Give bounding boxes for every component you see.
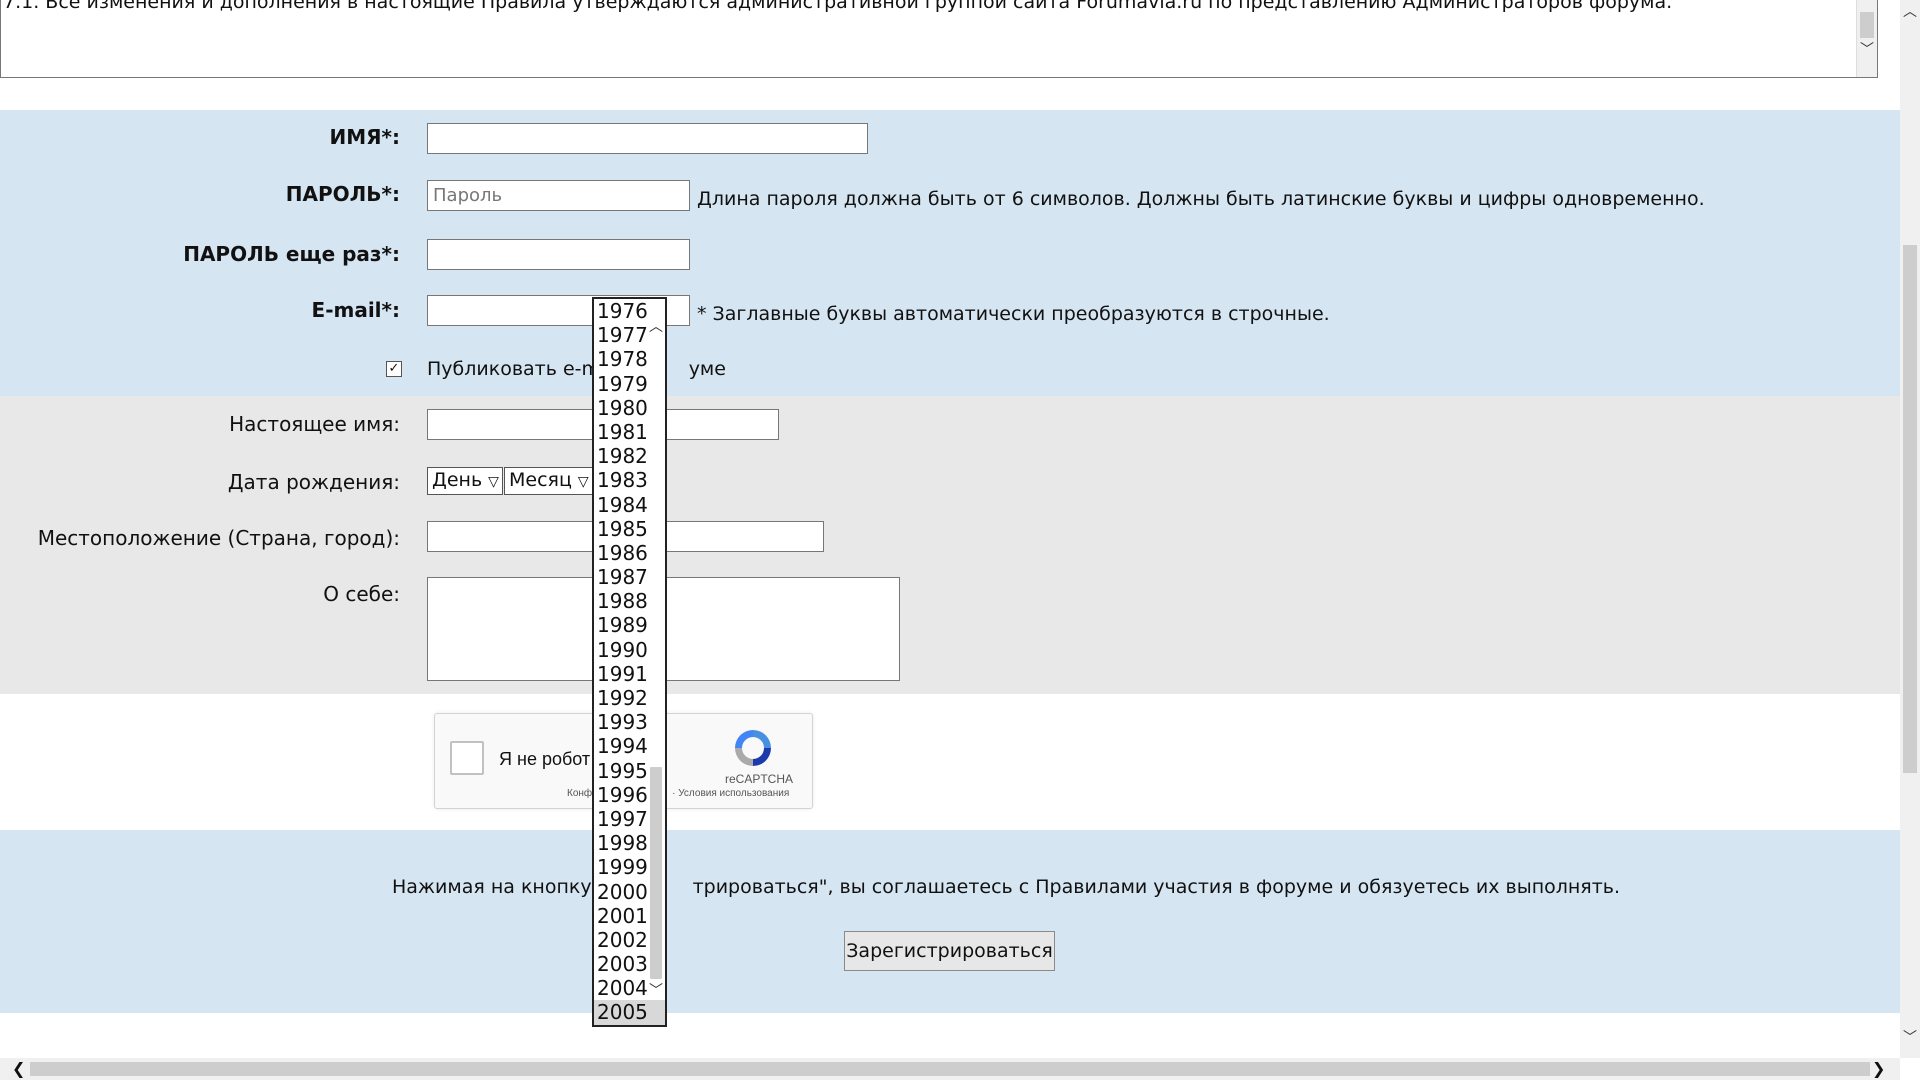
location-label: Местоположение (Страна, город): <box>37 526 400 550</box>
about-label: О себе: <box>323 582 400 606</box>
chevron-down-icon[interactable]: ﹀ <box>647 983 665 999</box>
password-repeat-input[interactable] <box>427 239 690 270</box>
day-select[interactable]: День ▽ <box>427 467 503 495</box>
recaptcha-label: Я не робот <box>499 749 591 769</box>
year-list-scrollbar[interactable]: ︿ ﹀ <box>647 299 665 1025</box>
chevron-down-icon: ▽ <box>488 474 499 490</box>
name-label: ИМЯ*: <box>329 125 401 149</box>
real-name-label: Настоящее имя: <box>229 412 400 436</box>
rules-text: 7.1. Все изменения и дополнения в настоя… <box>3 0 1673 13</box>
password-input[interactable]: Пароль <box>427 180 690 211</box>
scroll-down-icon[interactable]: ﹀ <box>1857 42 1877 58</box>
name-input[interactable] <box>427 123 868 154</box>
rules-textarea[interactable]: 7.1. Все изменения и дополнения в настоя… <box>0 0 1878 78</box>
page-horizontal-scrollbar[interactable]: ❮ ❯ <box>0 1058 1900 1080</box>
recaptcha-checkbox[interactable] <box>450 741 484 775</box>
email-note: * Заглавные буквы автоматически преобраз… <box>697 303 1330 325</box>
scroll-left-icon[interactable]: ❮ <box>12 1059 25 1078</box>
password-repeat-label: ПАРОЛЬ еще раз*: <box>183 242 400 266</box>
recaptcha-logo-icon <box>735 730 771 766</box>
password-note: Длина пароля должна быть от 6 символов. … <box>697 188 1705 210</box>
agreement-text: Нажимая на кнопку "З трироваться", вы сог… <box>392 876 1621 898</box>
year-list-scroll-thumb[interactable] <box>650 767 662 979</box>
rules-scroll-thumb[interactable] <box>1860 12 1874 38</box>
scroll-down-icon[interactable]: ﹀ <box>1900 1030 1920 1046</box>
submit-section <box>0 830 1900 1013</box>
page-horizontal-thumb[interactable] <box>30 1062 1870 1076</box>
recaptcha-brand: reCAPTCHA <box>725 772 794 786</box>
page-vertical-scrollbar[interactable]: ︿ ﹀ <box>1900 0 1920 1058</box>
page-vertical-thumb[interactable] <box>1903 245 1917 773</box>
chevron-down-icon: ▽ <box>577 474 589 490</box>
scroll-up-icon[interactable]: ︿ <box>1900 4 1920 20</box>
publish-email-label: Публиковать e-ma уме <box>427 358 726 380</box>
password-placeholder: Пароль <box>433 185 503 206</box>
password-label: ПАРОЛЬ*: <box>285 182 400 206</box>
checkmark-icon: ✓ <box>388 361 400 376</box>
publish-email-checkbox[interactable]: ✓ <box>386 361 402 377</box>
email-label: E-mail*: <box>311 298 400 322</box>
month-select[interactable]: Месяц ▽ <box>504 467 594 495</box>
year-dropdown-list[interactable]: 1976 1977 1978 1979 1980 1981 1982 1983 1984 1985… <box>592 297 667 1027</box>
chevron-up-icon[interactable]: ︿ <box>647 319 665 335</box>
scroll-right-icon[interactable]: ❯ <box>1872 1059 1885 1078</box>
birth-date-label: Дата рождения: <box>227 470 400 494</box>
rules-scrollbar[interactable]: ︿ ﹀ <box>1856 0 1877 77</box>
register-button[interactable]: Зарегистрироваться <box>844 931 1055 971</box>
